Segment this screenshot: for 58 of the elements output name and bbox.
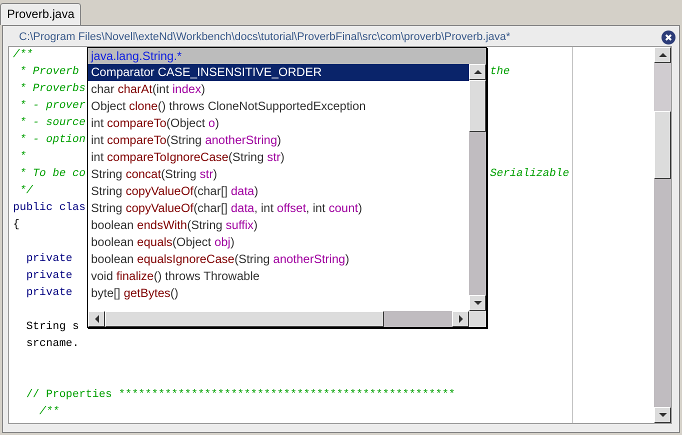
triangle-up-icon: [658, 53, 666, 57]
popup-header: java.lang.String.*: [88, 48, 486, 64]
scrollbar-thumb[interactable]: [469, 80, 486, 132]
scroll-up-button[interactable]: [654, 47, 671, 63]
completion-item[interactable]: String copyValueOf(char[] data, int offset, int count): [88, 200, 469, 217]
code-line: */: [18, 184, 33, 199]
file-path: C:\Program Files\Novell\exteNd\Workbench\docs\tutorial\ProverbFinal\src\com\proverb\Proverb.java*: [19, 30, 510, 45]
code-line: private: [25, 286, 72, 301]
scroll-down-button[interactable]: [469, 295, 486, 311]
code-line: /**: [13, 48, 33, 63]
code-line: private: [25, 269, 72, 284]
code-line: * - source: [18, 116, 86, 131]
code-line: {: [13, 218, 20, 233]
scrollbar-thumb[interactable]: [654, 111, 671, 179]
completion-item[interactable]: Object clone() throws CloneNotSupportedException: [88, 98, 469, 115]
triangle-down-icon: [474, 301, 482, 305]
code-line: public clas: [13, 201, 86, 216]
completion-item[interactable]: String concat(String str): [88, 166, 469, 183]
scrollbar-corner: [469, 311, 486, 327]
code-line: * - option: [18, 133, 86, 148]
completion-item[interactable]: Comparator CASE_INSENSITIVE_ORDER: [88, 64, 469, 81]
scrollbar[interactable]: [469, 64, 486, 311]
code-line: * - prover: [18, 99, 86, 114]
triangle-right-icon: [458, 315, 462, 323]
code-line: srcname.: [25, 337, 80, 352]
completion-item[interactable]: int compareTo(String anotherString): [88, 132, 469, 149]
code-line: * Proverb: [18, 65, 80, 80]
completion-item[interactable]: byte[] getBytes(): [88, 285, 469, 302]
code-line: * To be co: [18, 167, 86, 182]
code-line: * Proverbs: [18, 82, 86, 97]
scroll-right-button[interactable]: [452, 311, 469, 327]
horizontal-scrollbar[interactable]: [88, 311, 469, 327]
completion-item[interactable]: char charAt(int index): [88, 81, 469, 98]
close-button[interactable]: [661, 30, 676, 44]
completion-item[interactable]: int compareToIgnoreCase(String str): [88, 149, 469, 166]
code-line: /**: [38, 405, 60, 420]
scroll-left-button[interactable]: [88, 311, 105, 327]
scroll-down-button[interactable]: [654, 407, 671, 423]
triangle-left-icon: [94, 315, 98, 323]
code-line: String s: [25, 320, 80, 335]
completion-item[interactable]: boolean equalsIgnoreCase(String anotherString): [88, 251, 469, 268]
code-line: private: [25, 252, 72, 267]
code-text: the: [490, 65, 510, 80]
file-tab[interactable]: Proverb.java: [0, 3, 82, 25]
completion-item[interactable]: boolean endsWith(String suffix): [88, 217, 469, 234]
triangle-up-icon: [474, 70, 482, 74]
completion-item[interactable]: void finalize() throws Throwable: [88, 268, 469, 285]
scrollbar-thumb[interactable]: [105, 311, 384, 327]
code-editor[interactable]: [9, 47, 654, 423]
triangle-down-icon: [658, 413, 666, 417]
code-line: // Properties ***************************************************: [25, 388, 456, 403]
scrollbar[interactable]: [654, 47, 671, 423]
completion-item[interactable]: int compareTo(Object o): [88, 115, 469, 132]
code-text: Serializable: [490, 167, 570, 182]
completion-item[interactable]: String copyValueOf(char[] data): [88, 183, 469, 200]
scroll-up-button[interactable]: [469, 64, 486, 80]
completion-item[interactable]: boolean equals(Object obj): [88, 234, 469, 251]
code-line: *: [18, 150, 26, 165]
